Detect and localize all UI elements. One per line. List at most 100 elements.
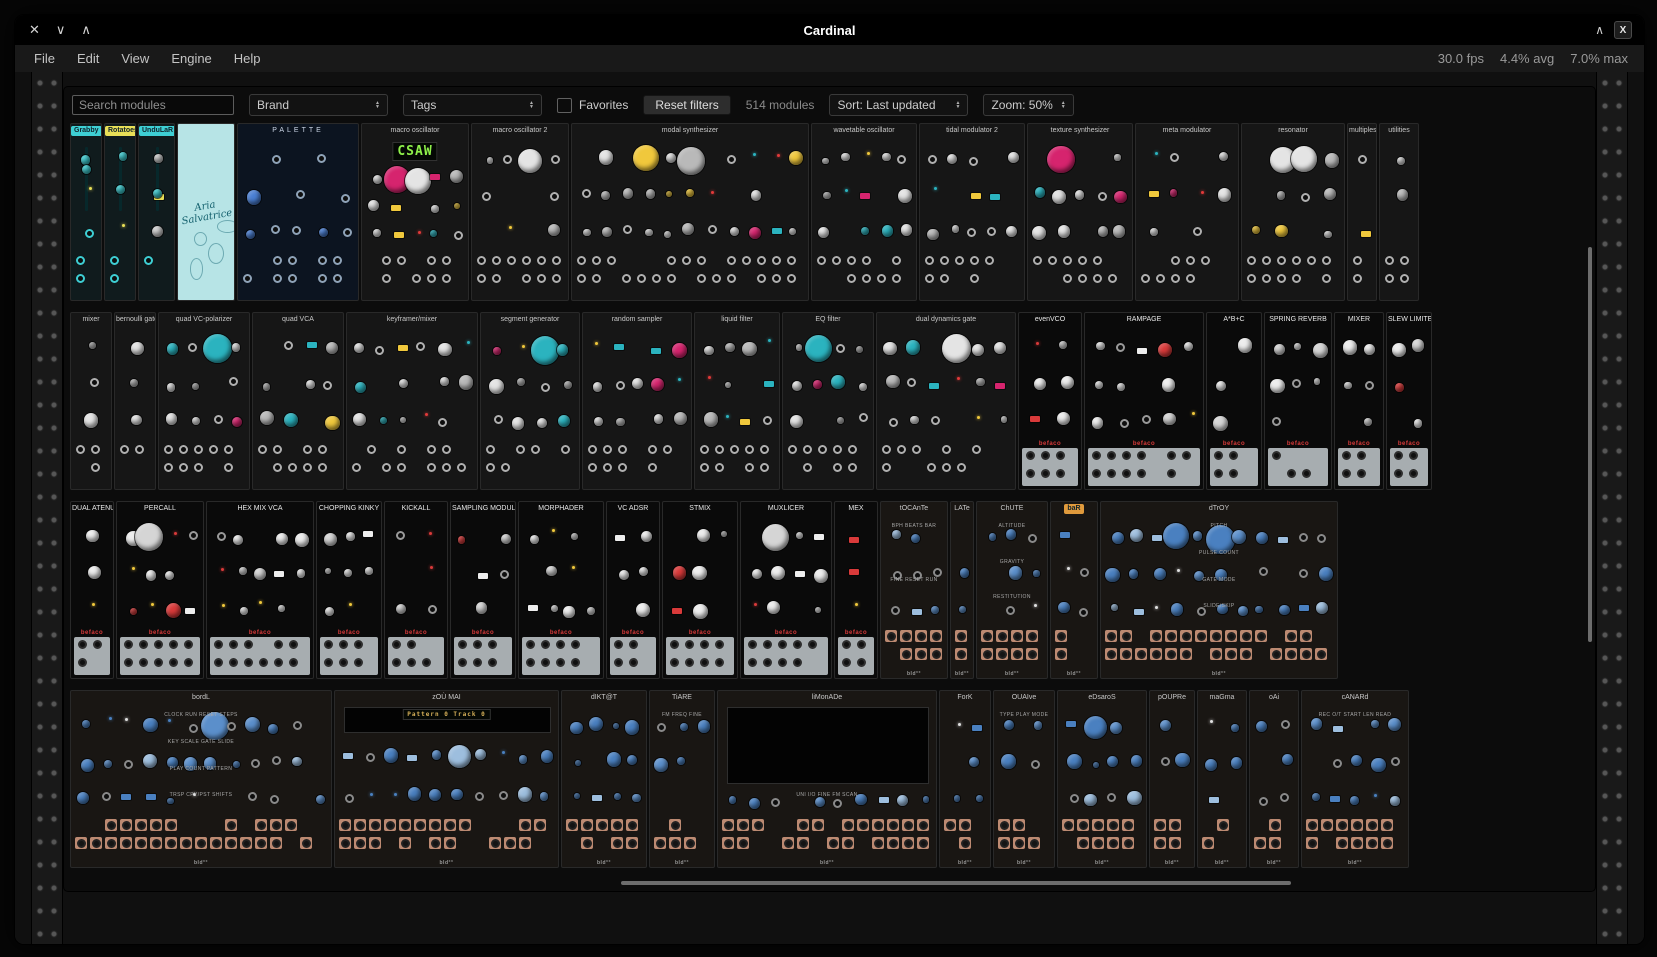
module-tile[interactable]: keyframer/mixer — [346, 312, 478, 490]
module-tile[interactable]: TiAREFM FREQ FINEbId°° — [649, 690, 715, 868]
module-tile[interactable]: meta modulator — [1135, 123, 1239, 301]
jack-icon — [427, 256, 436, 265]
module-tile[interactable]: Rotatoes — [104, 123, 136, 301]
module-tile[interactable]: tidal modulator 2 — [919, 123, 1025, 301]
module-tile[interactable]: SLEW LIMITERbefaco — [1386, 312, 1432, 490]
led-icon — [221, 568, 224, 571]
module-tile[interactable]: DUAL ATENUVERTERbefaco — [70, 501, 114, 679]
jack-plate — [917, 819, 929, 831]
collapse-icon[interactable]: ∧ — [1595, 23, 1604, 37]
sort-dropdown[interactable]: Sort: Last updated ▲▼ — [829, 94, 968, 116]
module-tile[interactable]: Grabby — [70, 123, 102, 301]
module-tile[interactable]: modal synthesizer — [571, 123, 809, 301]
reset-filters-button[interactable]: Reset filters — [643, 95, 730, 115]
module-tile[interactable]: quad VCA — [252, 312, 344, 490]
module-tile[interactable]: cANARdREC O/T START LEN READbId°° — [1301, 690, 1409, 868]
module-tile[interactable]: texture synthesizer — [1027, 123, 1133, 301]
module-tile[interactable]: dTrOYPITCHPULSE COUNTGATE MODESLIDE/SKIP… — [1100, 501, 1338, 679]
menu-bar: FileEditViewEngineHelp 30.0 fps4.4% avg7… — [15, 45, 1644, 72]
module-tile[interactable]: HEX MIX VCAbefaco — [206, 501, 314, 679]
x11-icon[interactable]: X — [1614, 21, 1632, 39]
module-tile[interactable]: KICKALLbefaco — [384, 501, 448, 679]
button-icon — [764, 381, 774, 387]
module-tile[interactable]: utilities — [1379, 123, 1419, 301]
knob-icon — [789, 228, 796, 235]
tags-dropdown[interactable]: Tags ▲▼ — [403, 94, 542, 116]
module-tile[interactable]: SPRING REVERBbefaco — [1264, 312, 1332, 490]
menu-item-view[interactable]: View — [110, 51, 160, 66]
module-tile[interactable]: maGmabId°° — [1197, 690, 1247, 868]
jack-icon — [1033, 256, 1042, 265]
module-tile[interactable]: Aria Salvatrice — [177, 123, 235, 301]
jack-icon — [243, 274, 252, 283]
module-tile[interactable]: ChUTEALTITUDEGRAVITYRESTITUTIONbId°° — [976, 501, 1048, 679]
menu-item-file[interactable]: File — [23, 51, 66, 66]
module-tile[interactable]: tOCAnTeBPH BEATS BARFINE RESET RUNbId°° — [880, 501, 948, 679]
jack-icon — [1227, 650, 1236, 659]
module-tile[interactable]: SAMPLING MODULATORbefaco — [450, 501, 516, 679]
module-tile[interactable]: MIXERbefaco — [1334, 312, 1384, 490]
jack-icon — [110, 256, 119, 265]
vertical-scrollbar-thumb[interactable] — [1588, 247, 1592, 642]
knob-icon — [677, 147, 705, 175]
module-tile[interactable]: resonator — [1241, 123, 1345, 301]
knob-icon — [400, 417, 406, 423]
module-tile[interactable]: dual dynamics gate — [876, 312, 1016, 490]
module-tile[interactable]: wavetable oscillator — [811, 123, 917, 301]
menu-item-engine[interactable]: Engine — [160, 51, 222, 66]
module-tile[interactable]: zOÙ MAIPattern 0 Track 0bId°° — [334, 690, 559, 868]
menu-item-edit[interactable]: Edit — [66, 51, 110, 66]
module-tile[interactable]: CHOPPING KINKYbefaco — [316, 501, 382, 679]
jack-icon — [998, 632, 1007, 641]
module-tile[interactable]: UnduLaR — [138, 123, 175, 301]
zoom-dropdown[interactable]: Zoom: 50% ▲▼ — [983, 94, 1073, 116]
module-tile[interactable]: macro oscillator 2 — [471, 123, 569, 301]
module-tile[interactable]: PERCALLbefaco — [116, 501, 204, 679]
favorites-checkbox[interactable] — [557, 98, 572, 113]
module-tile[interactable]: PALETTE — [237, 123, 359, 301]
knob-icon — [641, 531, 652, 542]
module-tile[interactable]: bordLCLOCK RUN RESET STEPSKEY SCALE GATE… — [70, 690, 332, 868]
module-tile[interactable]: multiples — [1347, 123, 1377, 301]
module-tile[interactable]: EQ filter — [782, 312, 874, 490]
module-tile[interactable]: VC ADSRbefaco — [606, 501, 660, 679]
module-tile[interactable]: STMIXbefaco — [662, 501, 738, 679]
module-tile[interactable]: MUXLICERbefaco — [740, 501, 832, 679]
jack-icon — [955, 256, 964, 265]
module-tile[interactable]: A*B+Cbefaco — [1206, 312, 1262, 490]
maximize-icon[interactable]: ∧ — [81, 22, 91, 38]
search-input[interactable] — [72, 95, 234, 115]
module-tile[interactable]: evenVCObefaco — [1018, 312, 1082, 490]
minimize-icon[interactable]: ∨ — [56, 22, 66, 38]
module-tile[interactable]: dIKT@TbId°° — [561, 690, 647, 868]
module-tile[interactable]: oAibId°° — [1249, 690, 1299, 868]
module-tile[interactable]: mixer — [70, 312, 112, 490]
knob-icon — [742, 342, 756, 356]
module-tile[interactable]: bernoulli gate — [114, 312, 156, 490]
jack-plate — [998, 819, 1010, 831]
module-tile[interactable]: ForKbId°° — [939, 690, 991, 868]
module-tile[interactable]: random sampler — [582, 312, 692, 490]
jack-plate — [255, 819, 267, 831]
module-tile[interactable]: segment generator — [480, 312, 580, 490]
module-tile[interactable]: pOUPRebId°° — [1149, 690, 1195, 868]
module-tile[interactable]: liMonADeUNI I/O FINE FM SCANbId°° — [717, 690, 937, 868]
jack-icon — [1299, 569, 1308, 578]
jack-icon — [928, 155, 937, 164]
module-tile[interactable]: liquid filter — [694, 312, 780, 490]
module-tile[interactable]: MEXbefaco — [834, 501, 878, 679]
horizontal-scrollbar-thumb[interactable] — [621, 881, 1291, 885]
module-tile[interactable]: OUAIveTYPE PLAY MODEbId°° — [993, 690, 1055, 868]
knob-icon — [1131, 755, 1143, 767]
module-tile[interactable]: baRbId°° — [1050, 501, 1098, 679]
module-tile[interactable]: RAMPAGEbefaco — [1084, 312, 1204, 490]
module-tile[interactable]: quad VC-polarizer — [158, 312, 250, 490]
menu-item-help[interactable]: Help — [223, 51, 272, 66]
module-tile[interactable]: MORPHADERbefaco — [518, 501, 604, 679]
module-tile[interactable]: LATebId°° — [950, 501, 974, 679]
module-tile[interactable]: macro oscillatorCSAW — [361, 123, 469, 301]
brand-dropdown[interactable]: Brand ▲▼ — [249, 94, 388, 116]
module-tile[interactable]: eDsaroSbId°° — [1057, 690, 1147, 868]
close-icon[interactable]: ✕ — [29, 22, 40, 38]
knob-icon — [883, 342, 897, 356]
